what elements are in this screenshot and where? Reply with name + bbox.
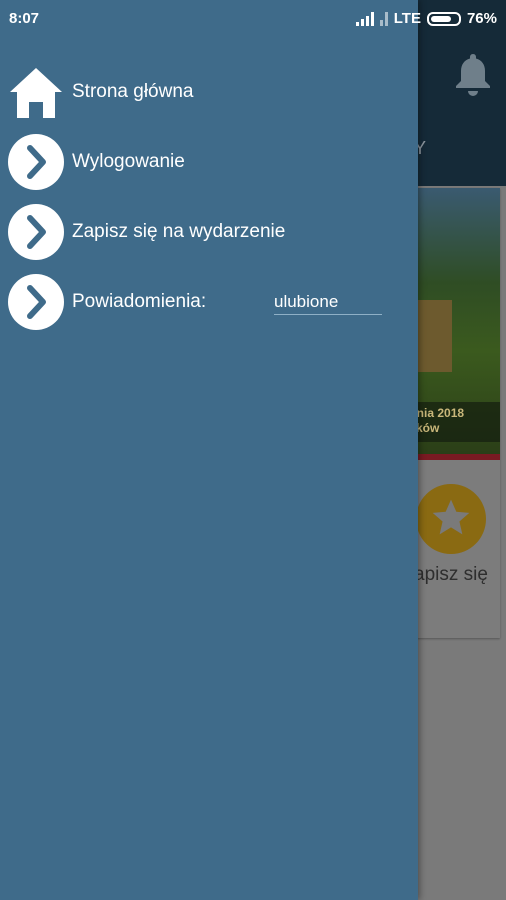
menu-item-register-event[interactable]: Zapisz się na wydarzenie bbox=[0, 202, 418, 262]
event-caption-line1: śnia 2018 bbox=[410, 406, 465, 420]
event-photo: śnia 2018 zków bbox=[404, 188, 500, 460]
menu-label-notifications: Powiadomienia: bbox=[72, 291, 207, 312]
menu-item-logout[interactable]: Wylogowanie bbox=[0, 132, 418, 192]
status-bar: 8:07 LTE 76% bbox=[0, 0, 506, 36]
notifications-dropdown[interactable]: ulubione bbox=[274, 292, 382, 315]
chevron-right-icon bbox=[8, 274, 64, 330]
status-time: 8:07 bbox=[9, 10, 40, 27]
battery-icon bbox=[426, 11, 461, 26]
network-type: LTE bbox=[393, 10, 421, 27]
menu-label-register-event: Zapisz się na wydarzenie bbox=[72, 221, 286, 242]
event-card[interactable]: śnia 2018 zków apisz się bbox=[404, 188, 500, 638]
chevron-right-icon bbox=[8, 134, 64, 190]
save-event-label[interactable]: apisz się bbox=[414, 564, 488, 586]
signal-secondary-icon bbox=[379, 11, 388, 26]
battery-percent: 76% bbox=[466, 10, 497, 27]
event-caption: śnia 2018 zków bbox=[404, 402, 500, 442]
menu-label-home: Strona główna bbox=[72, 81, 194, 102]
battery-fill bbox=[430, 15, 451, 22]
signal-icon bbox=[355, 11, 374, 26]
chevron-right-icon bbox=[8, 204, 64, 260]
event-caption-line2: zków bbox=[410, 421, 440, 435]
accent-bar bbox=[404, 454, 500, 460]
menu-item-home[interactable]: Strona główna bbox=[0, 62, 418, 122]
navigation-drawer: Strona główna Wylogowanie Zapisz się na … bbox=[0, 0, 418, 900]
status-icons: LTE 76% bbox=[355, 10, 497, 27]
building-image bbox=[418, 300, 452, 372]
home-icon bbox=[10, 68, 62, 118]
menu-label-logout: Wylogowanie bbox=[72, 151, 185, 172]
star-icon bbox=[432, 499, 470, 535]
bell-icon[interactable] bbox=[452, 52, 494, 98]
favorite-button[interactable] bbox=[416, 484, 486, 554]
